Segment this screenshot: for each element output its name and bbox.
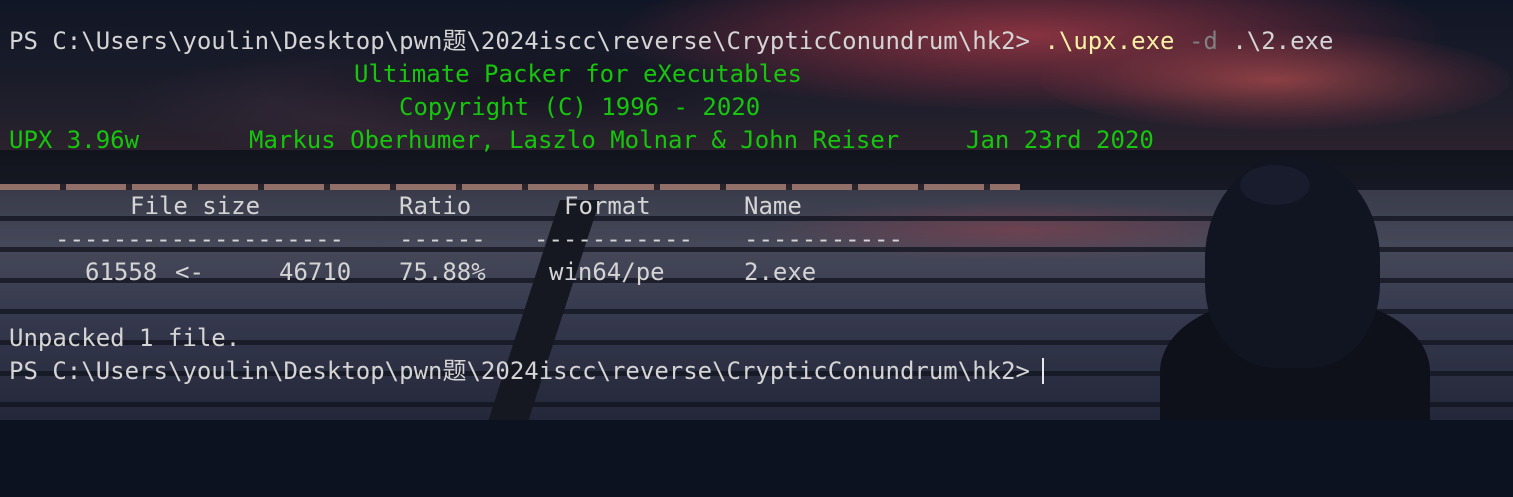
header-format: Format <box>564 192 651 220</box>
banner-copyright: Copyright (C) 1996 - 2020 <box>399 93 761 121</box>
packed-size: 46710 <box>279 258 352 286</box>
prompt: PS C:\Users\youlin\Desktop\pwn题\2024iscc… <box>9 27 1030 55</box>
header-file-size: File size <box>130 192 261 220</box>
prompt-line[interactable]: PS C:\Users\youlin\Desktop\pwn题\2024iscc… <box>9 356 1044 386</box>
file-name: 2.exe <box>744 258 817 286</box>
table-separator: -------------------- ------ ----------- … <box>9 224 903 254</box>
command-exe: .\upx.exe <box>1044 27 1175 55</box>
command-line: PS C:\Users\youlin\Desktop\pwn题\2024iscc… <box>9 26 1333 56</box>
banner-version: UPX 3.96w <box>9 126 140 154</box>
table-row: 61558 <- 46710 75.88% win64/pe 2.exe <box>9 257 816 287</box>
command-flag: -d <box>1188 27 1218 55</box>
banner-info-line: UPX 3.96w Markus Oberhumer, Laszlo Molna… <box>9 125 1154 155</box>
banner-title: Ultimate Packer for eXecutables <box>354 60 802 88</box>
banner-authors: Markus Oberhumer, Laszlo Molnar & John R… <box>249 126 900 154</box>
summary-line: Unpacked 1 file. <box>9 324 241 352</box>
size-arrow: <- <box>175 258 204 286</box>
prompt: PS C:\Users\youlin\Desktop\pwn题\2024iscc… <box>9 357 1030 385</box>
header-ratio: Ratio <box>399 192 472 220</box>
table-header: File size Ratio Format Name <box>9 191 802 221</box>
ratio-value: 75.88% <box>399 258 486 286</box>
unpacked-size: 61558 <box>85 258 158 286</box>
banner-date: Jan 23rd 2020 <box>966 126 1154 154</box>
separator-format: ----------- <box>534 225 693 253</box>
separator-name: ----------- <box>744 225 903 253</box>
header-name: Name <box>744 192 802 220</box>
separator-file-size: -------------------- <box>55 225 344 253</box>
terminal-window[interactable]: PS C:\Users\youlin\Desktop\pwn题\2024iscc… <box>0 0 1513 420</box>
separator-ratio: ------ <box>399 225 486 253</box>
command-arg: .\2.exe <box>1232 27 1334 55</box>
format-value: win64/pe <box>549 258 665 286</box>
text-cursor[interactable] <box>1042 358 1044 384</box>
